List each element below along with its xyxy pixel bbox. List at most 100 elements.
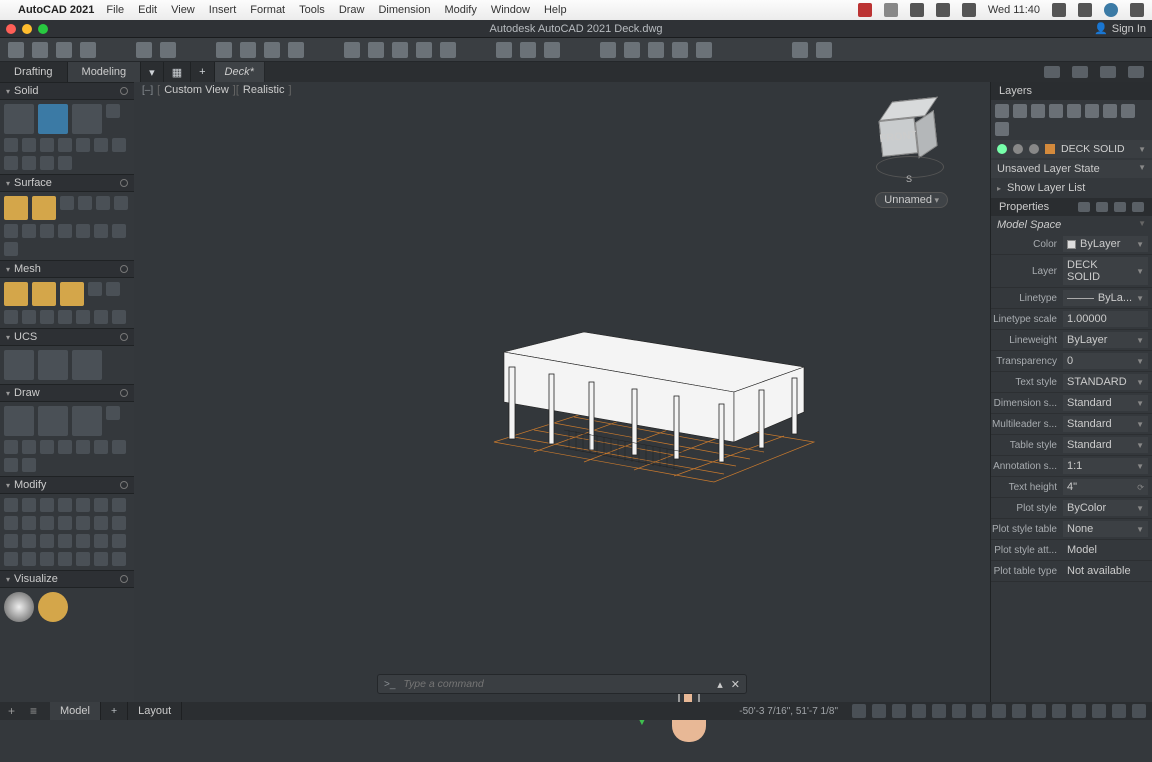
drawing-viewport[interactable]: [–][Custom View][Realistic] FRONT S Unna… bbox=[134, 82, 990, 702]
prop-tstyle-value[interactable]: STANDARD▼ bbox=[1063, 374, 1148, 390]
mod-sm-9[interactable] bbox=[22, 516, 36, 530]
workspace-grid-icon[interactable]: ▦ bbox=[164, 62, 191, 82]
panel-toggle-1[interactable] bbox=[1044, 66, 1060, 78]
mod-sm-16[interactable] bbox=[22, 534, 36, 548]
prop-theight-value[interactable]: 4"⟳ bbox=[1063, 479, 1148, 495]
tray-icon[interactable] bbox=[910, 3, 924, 17]
mod-sm-13[interactable] bbox=[94, 516, 108, 530]
surf-sm-2[interactable] bbox=[78, 196, 92, 210]
solid-sm-3[interactable] bbox=[22, 138, 36, 152]
mesh-tool-3[interactable] bbox=[60, 282, 84, 306]
paste-button[interactable] bbox=[392, 42, 408, 58]
new-file-button[interactable] bbox=[8, 42, 24, 58]
prop-ltscale-value[interactable]: 1.00000 bbox=[1063, 311, 1148, 327]
extrude-tool[interactable] bbox=[38, 104, 68, 134]
menu-file[interactable]: File bbox=[106, 4, 124, 16]
mod-sm-25[interactable] bbox=[58, 552, 72, 566]
mesh-sm-4[interactable] bbox=[22, 310, 36, 324]
mod-sm-10[interactable] bbox=[40, 516, 54, 530]
solid-sm-5[interactable] bbox=[58, 138, 72, 152]
mesh-sm-6[interactable] bbox=[58, 310, 72, 324]
layout-tab[interactable]: Layout bbox=[128, 702, 182, 720]
mod-sm-18[interactable] bbox=[58, 534, 72, 548]
mod-sm-27[interactable] bbox=[94, 552, 108, 566]
mod-sm-8[interactable] bbox=[4, 516, 18, 530]
mod-sm-23[interactable] bbox=[22, 552, 36, 566]
props-toggle-4[interactable] bbox=[1132, 202, 1144, 212]
wifi-icon[interactable] bbox=[884, 3, 898, 17]
status-annoscale-icon[interactable] bbox=[1092, 704, 1106, 718]
model-tab[interactable]: Model bbox=[50, 702, 101, 720]
cmdline-recent-icon[interactable]: ▴ bbox=[717, 678, 723, 691]
mesh-tool-2[interactable] bbox=[32, 282, 56, 306]
status-polar-icon[interactable] bbox=[912, 704, 926, 718]
layerstate-button[interactable] bbox=[648, 42, 664, 58]
prop-mlstyle-value[interactable]: Standard▼ bbox=[1063, 416, 1148, 432]
layeriso-button[interactable] bbox=[672, 42, 688, 58]
mod-sm-5[interactable] bbox=[76, 498, 90, 512]
props-toggle-2[interactable] bbox=[1096, 202, 1108, 212]
draw-sm-7[interactable] bbox=[94, 440, 108, 454]
visual-style-badge[interactable]: Unnamed ▾ bbox=[875, 192, 948, 208]
orbit-tool[interactable] bbox=[544, 42, 560, 58]
box-solid-tool[interactable] bbox=[4, 104, 34, 134]
spotlight-icon[interactable] bbox=[1052, 3, 1066, 17]
undo-button[interactable] bbox=[136, 42, 152, 58]
workspace-tab-menu[interactable]: ▾ bbox=[141, 62, 164, 82]
draw-sm-2[interactable] bbox=[4, 440, 18, 454]
status-otrack-icon[interactable] bbox=[972, 704, 986, 718]
notifications-icon[interactable] bbox=[1130, 3, 1144, 17]
viewport-label[interactable]: [–][Custom View][Realistic] bbox=[142, 84, 296, 96]
ucs-rotate-tool[interactable] bbox=[38, 350, 68, 380]
signin-button[interactable]: 👤 Sign In bbox=[1094, 22, 1146, 35]
prop-tbstyle-value[interactable]: Standard▼ bbox=[1063, 437, 1148, 453]
mesh-sm-9[interactable] bbox=[112, 310, 126, 324]
layer-lock-icon[interactable] bbox=[1031, 104, 1045, 118]
menu-edit[interactable]: Edit bbox=[138, 4, 157, 16]
mod-sm-17[interactable] bbox=[40, 534, 54, 548]
properties-panel-header[interactable]: Properties bbox=[991, 198, 1152, 216]
visual-style-tool[interactable] bbox=[4, 592, 34, 622]
solid-sm-2[interactable] bbox=[4, 138, 18, 152]
cursor-coordinates[interactable]: -50'-3 7/16", 51'-7 1/8" bbox=[739, 706, 838, 717]
palette-header-visualize[interactable]: Visualize bbox=[0, 570, 134, 588]
layerprops-button[interactable] bbox=[624, 42, 640, 58]
solid-sm-4[interactable] bbox=[40, 138, 54, 152]
status-lwt-icon[interactable] bbox=[992, 704, 1006, 718]
status-3dosnap-icon[interactable] bbox=[952, 704, 966, 718]
xref-button[interactable] bbox=[696, 42, 712, 58]
status-ortho-icon[interactable] bbox=[892, 704, 906, 718]
mod-sm-24[interactable] bbox=[40, 552, 54, 566]
mod-sm-15[interactable] bbox=[4, 534, 18, 548]
prop-pstyle-value[interactable]: ByColor▼ bbox=[1063, 500, 1148, 516]
current-layer-dropdown[interactable]: DECK SOLID ▼ bbox=[991, 140, 1152, 158]
save-button[interactable] bbox=[56, 42, 72, 58]
mod-sm-2[interactable] bbox=[22, 498, 36, 512]
status-transp-icon[interactable] bbox=[1012, 704, 1026, 718]
workspace-tab-modeling[interactable]: Modeling bbox=[68, 62, 142, 82]
draw-sm-9[interactable] bbox=[4, 458, 18, 472]
render-button[interactable] bbox=[792, 42, 808, 58]
layout-add-tab[interactable]: + bbox=[101, 702, 128, 720]
menu-format[interactable]: Format bbox=[250, 4, 285, 16]
solid-sm-1[interactable] bbox=[106, 104, 120, 118]
open-file-button[interactable] bbox=[32, 42, 48, 58]
mod-sm-28[interactable] bbox=[112, 552, 126, 566]
draw-sm-1[interactable] bbox=[106, 406, 120, 420]
mod-sm-21[interactable] bbox=[112, 534, 126, 548]
menu-view[interactable]: View bbox=[171, 4, 195, 16]
surf-sm-3[interactable] bbox=[96, 196, 110, 210]
volume-icon[interactable] bbox=[936, 3, 950, 17]
layer-iso-icon[interactable] bbox=[1049, 104, 1063, 118]
command-line[interactable]: >_ ▴ ✕ bbox=[377, 674, 747, 694]
surf-sm-6[interactable] bbox=[22, 224, 36, 238]
status-customize-icon[interactable] bbox=[1132, 704, 1146, 718]
palette-header-ucs[interactable]: UCS bbox=[0, 328, 134, 346]
layer-off-icon[interactable] bbox=[995, 104, 1009, 118]
surf-sm-1[interactable] bbox=[60, 196, 74, 210]
mesh-sm-5[interactable] bbox=[40, 310, 54, 324]
status-indicator-icon[interactable] bbox=[858, 3, 872, 17]
publish-button[interactable] bbox=[288, 42, 304, 58]
mod-sm-1[interactable] bbox=[4, 498, 18, 512]
matchprop-button[interactable] bbox=[416, 42, 432, 58]
